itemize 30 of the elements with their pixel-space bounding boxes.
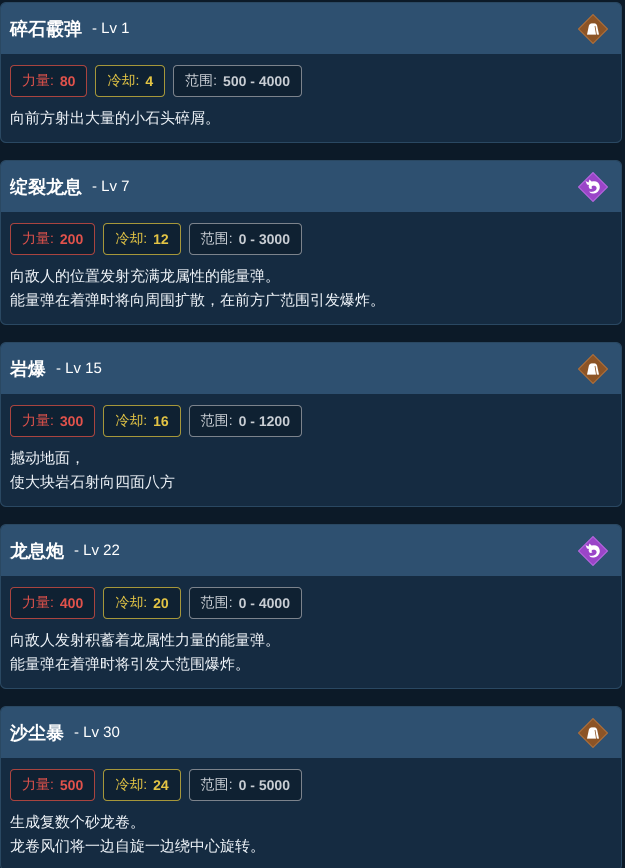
- cooldown-stat: 冷却: 12: [103, 223, 181, 255]
- skill-description: 向敌人的位置发射充满龙属性的能量弹。 能量弹在着弹时将向周围扩散，在前方广范围引发爆炸。: [10, 267, 386, 311]
- skill-description: 撼动地面， 使大块岩石射向四面八方: [10, 449, 176, 493]
- skill-name: 龙息炮: [10, 540, 64, 562]
- skill-level: - Lv 15: [56, 360, 102, 377]
- skill-description: 向前方射出大量的小石头碎屑。: [10, 109, 221, 129]
- skill-level: - Lv 30: [74, 724, 120, 741]
- cooldown-stat: 冷却: 16: [103, 405, 181, 437]
- range-stat: 范围: 0 - 3000: [188, 223, 302, 255]
- power-stat: 力量: 300: [10, 405, 96, 437]
- skill-level: - Lv 1: [92, 20, 130, 37]
- cooldown-stat: 冷却: 24: [103, 769, 181, 801]
- cooldown-stat: 冷却: 20: [103, 587, 181, 619]
- power-stat: 力量: 500: [10, 769, 96, 801]
- range-stat: 范围: 500 - 4000: [173, 65, 302, 97]
- cooldown-stat: 冷却: 4: [95, 65, 166, 97]
- skill-description: 向敌人发射积蓄着龙属性力量的能量弹。 能量弹在着弹时将引发大范围爆炸。: [10, 631, 281, 675]
- skill-description: 生成复数个砂龙卷。 龙卷风们将一边自旋一边绕中心旋转。: [10, 813, 266, 857]
- power-stat: 力量: 200: [10, 223, 96, 255]
- skill-name: 绽裂龙息: [10, 176, 82, 198]
- skill-name: 碎石霰弹: [10, 18, 82, 40]
- power-stat: 力量: 80: [10, 65, 88, 97]
- skill-name: 岩爆: [10, 358, 46, 380]
- skill-level: - Lv 7: [92, 178, 130, 195]
- range-stat: 范围: 0 - 4000: [188, 587, 302, 619]
- range-stat: 范围: 0 - 5000: [188, 769, 302, 801]
- power-stat: 力量: 400: [10, 587, 96, 619]
- skill-level: - Lv 22: [74, 542, 120, 559]
- skill-name: 沙尘暴: [10, 722, 64, 744]
- range-stat: 范围: 0 - 1200: [188, 405, 302, 437]
